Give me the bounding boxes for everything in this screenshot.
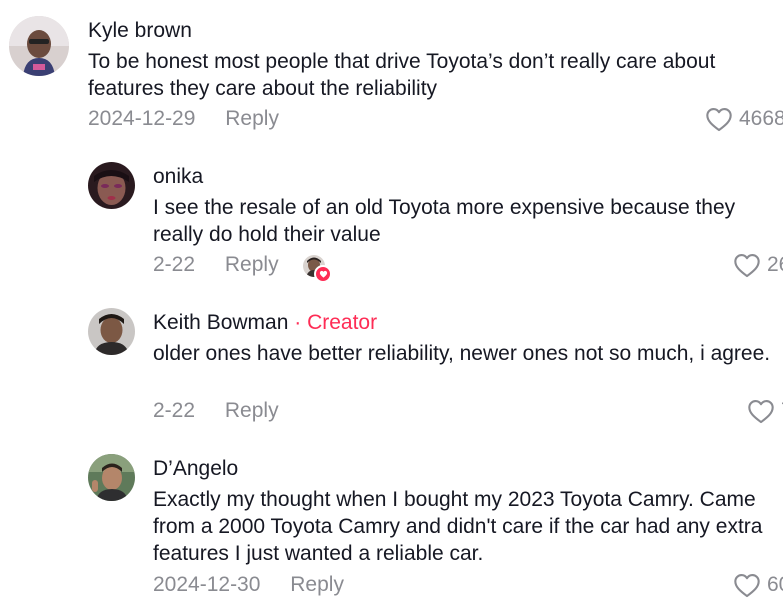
reply-button[interactable]: Reply <box>290 572 344 598</box>
avatar[interactable] <box>88 454 135 501</box>
like-button[interactable]: 60 <box>733 572 783 598</box>
username[interactable]: Kyle brown <box>88 18 778 44</box>
reply-button[interactable]: Reply <box>225 398 279 424</box>
heart-outline-icon <box>734 254 760 278</box>
comment-date: 2-22 <box>153 253 196 276</box>
username[interactable]: Keith Bowman <box>153 311 288 334</box>
heart-filled-icon <box>314 265 332 283</box>
username[interactable]: D’Angelo <box>153 456 783 482</box>
heart-outline-icon <box>748 400 774 424</box>
avatar[interactable] <box>88 308 135 355</box>
like-button[interactable]: 4668 <box>705 106 783 132</box>
comment-text: I see the resale of an old Toyota more e… <box>153 196 736 246</box>
creator-badge: · Creator <box>294 311 378 334</box>
like-button[interactable]: 7 <box>747 398 783 424</box>
heart-outline-icon <box>734 574 760 598</box>
avatar[interactable] <box>9 16 69 76</box>
comment-date: 2-22 <box>153 399 196 422</box>
username[interactable]: onika <box>153 164 778 190</box>
like-count: 26 <box>767 253 783 276</box>
comment-date: 2024-12-30 <box>153 573 261 596</box>
creator-liked-indicator <box>303 255 332 283</box>
like-count: 60 <box>767 573 783 596</box>
reply-button[interactable]: Reply <box>225 252 279 278</box>
comment-text: To be honest most people that drive Toyo… <box>88 50 716 100</box>
like-button[interactable]: 26 <box>733 252 783 278</box>
reply-button[interactable]: Reply <box>225 106 279 132</box>
comment-text: Exactly my thought when I bought my 2023… <box>153 488 763 565</box>
comment-text: older ones have better reliability, newe… <box>153 342 771 365</box>
avatar[interactable] <box>88 162 135 209</box>
like-count: 4668 <box>739 107 783 130</box>
comment-date: 2024-12-29 <box>88 107 196 130</box>
heart-outline-icon <box>706 108 732 132</box>
comment-thread: Kyle brown To be honest most people that… <box>0 0 783 608</box>
